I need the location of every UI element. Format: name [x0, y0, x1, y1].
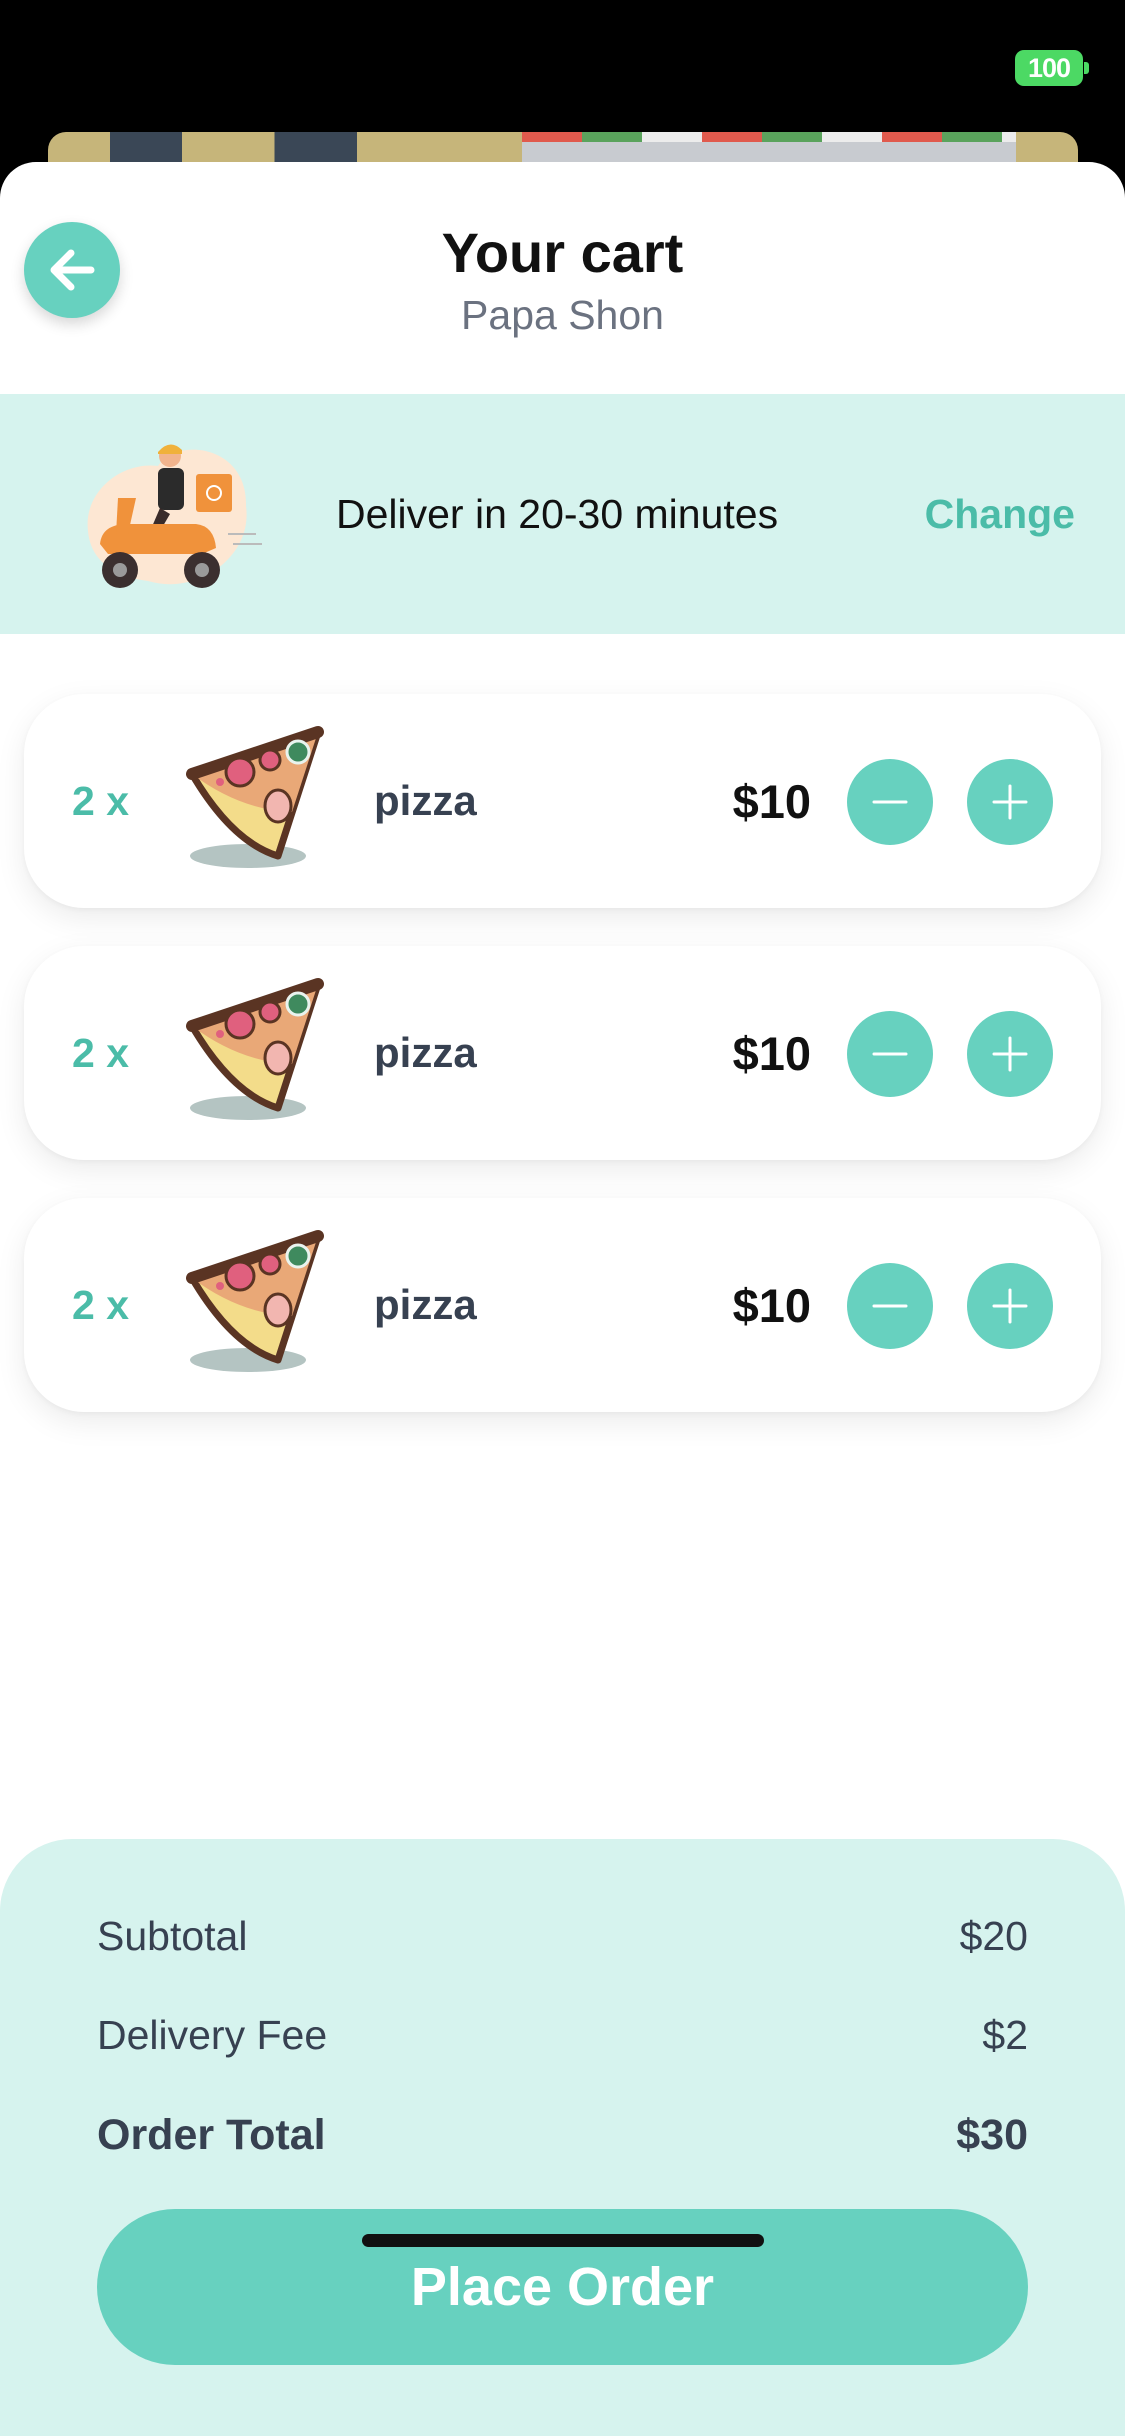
order-total-value: $30 — [956, 2111, 1028, 2159]
item-name: pizza — [374, 1029, 477, 1076]
plus-icon — [992, 1288, 1028, 1324]
delivery-fee-label: Delivery Fee — [97, 2012, 328, 2058]
delivery-fee-value: $2 — [982, 2012, 1028, 2058]
pizza-slice-icon — [186, 1230, 324, 1372]
order-summary: Subtotal $20 Delivery Fee $2 Order Total… — [0, 1839, 1125, 2436]
item-price: $10 — [732, 1278, 811, 1332]
cart-sheet: Your cart Papa Shon Deliver in 20-30 min… — [0, 162, 1125, 2436]
delivery-fee-row: Delivery Fee $2 — [97, 2012, 1028, 2059]
pizza-slice-icon — [186, 978, 324, 1120]
minus-icon — [872, 1304, 908, 1308]
change-delivery-link[interactable]: Change — [925, 394, 1075, 634]
pizza-slice-icon — [186, 726, 324, 868]
cart-item: 2 x pizza $10 — [24, 1198, 1101, 1412]
delivery-banner: Deliver in 20-30 minutes Change — [0, 394, 1125, 634]
subtotal-label: Subtotal — [97, 1913, 248, 1959]
item-quantity: 2 x — [72, 1281, 129, 1328]
cart-item: 2 x pizza $10 — [24, 694, 1101, 908]
item-price: $10 — [732, 1026, 811, 1080]
order-total-row: Order Total $30 — [97, 2111, 1028, 2160]
decrease-quantity-button[interactable] — [847, 759, 933, 845]
item-price: $10 — [732, 774, 811, 828]
decrease-quantity-button[interactable] — [847, 1011, 933, 1097]
battery-icon: 100 — [1015, 50, 1083, 86]
increase-quantity-button[interactable] — [967, 1263, 1053, 1349]
subtotal-row: Subtotal $20 — [97, 1913, 1028, 1960]
increase-quantity-button[interactable] — [967, 1011, 1053, 1097]
increase-quantity-button[interactable] — [967, 759, 1053, 845]
cart-item: 2 x pizza $10 — [24, 946, 1101, 1160]
plus-icon — [992, 1036, 1028, 1072]
item-quantity: 2 x — [72, 1029, 129, 1076]
delivery-time-text: Deliver in 20-30 minutes — [336, 490, 779, 537]
cart-list: 2 x pizza $10 2 x pizza $10 2 x pizza $1… — [24, 694, 1101, 1450]
delivery-scooter-illustration — [87, 444, 262, 588]
home-indicator — [362, 2234, 764, 2247]
minus-icon — [872, 1052, 908, 1056]
battery-nub — [1084, 62, 1089, 74]
item-name: pizza — [374, 1281, 477, 1328]
place-order-button[interactable]: Place Order — [97, 2209, 1028, 2365]
status-bar: 100 — [0, 0, 1125, 150]
item-name: pizza — [374, 777, 477, 824]
order-total-label: Order Total — [97, 2111, 326, 2159]
page-title: Your cart — [441, 221, 684, 284]
subtotal-value: $20 — [959, 1913, 1028, 1959]
restaurant-name: Papa Shon — [461, 292, 664, 338]
decrease-quantity-button[interactable] — [847, 1263, 933, 1349]
item-quantity: 2 x — [72, 777, 129, 824]
minus-icon — [872, 800, 908, 804]
screen: 100 Your cart Papa Shon Deliver in 20-30… — [0, 0, 1125, 2436]
plus-icon — [992, 784, 1028, 820]
